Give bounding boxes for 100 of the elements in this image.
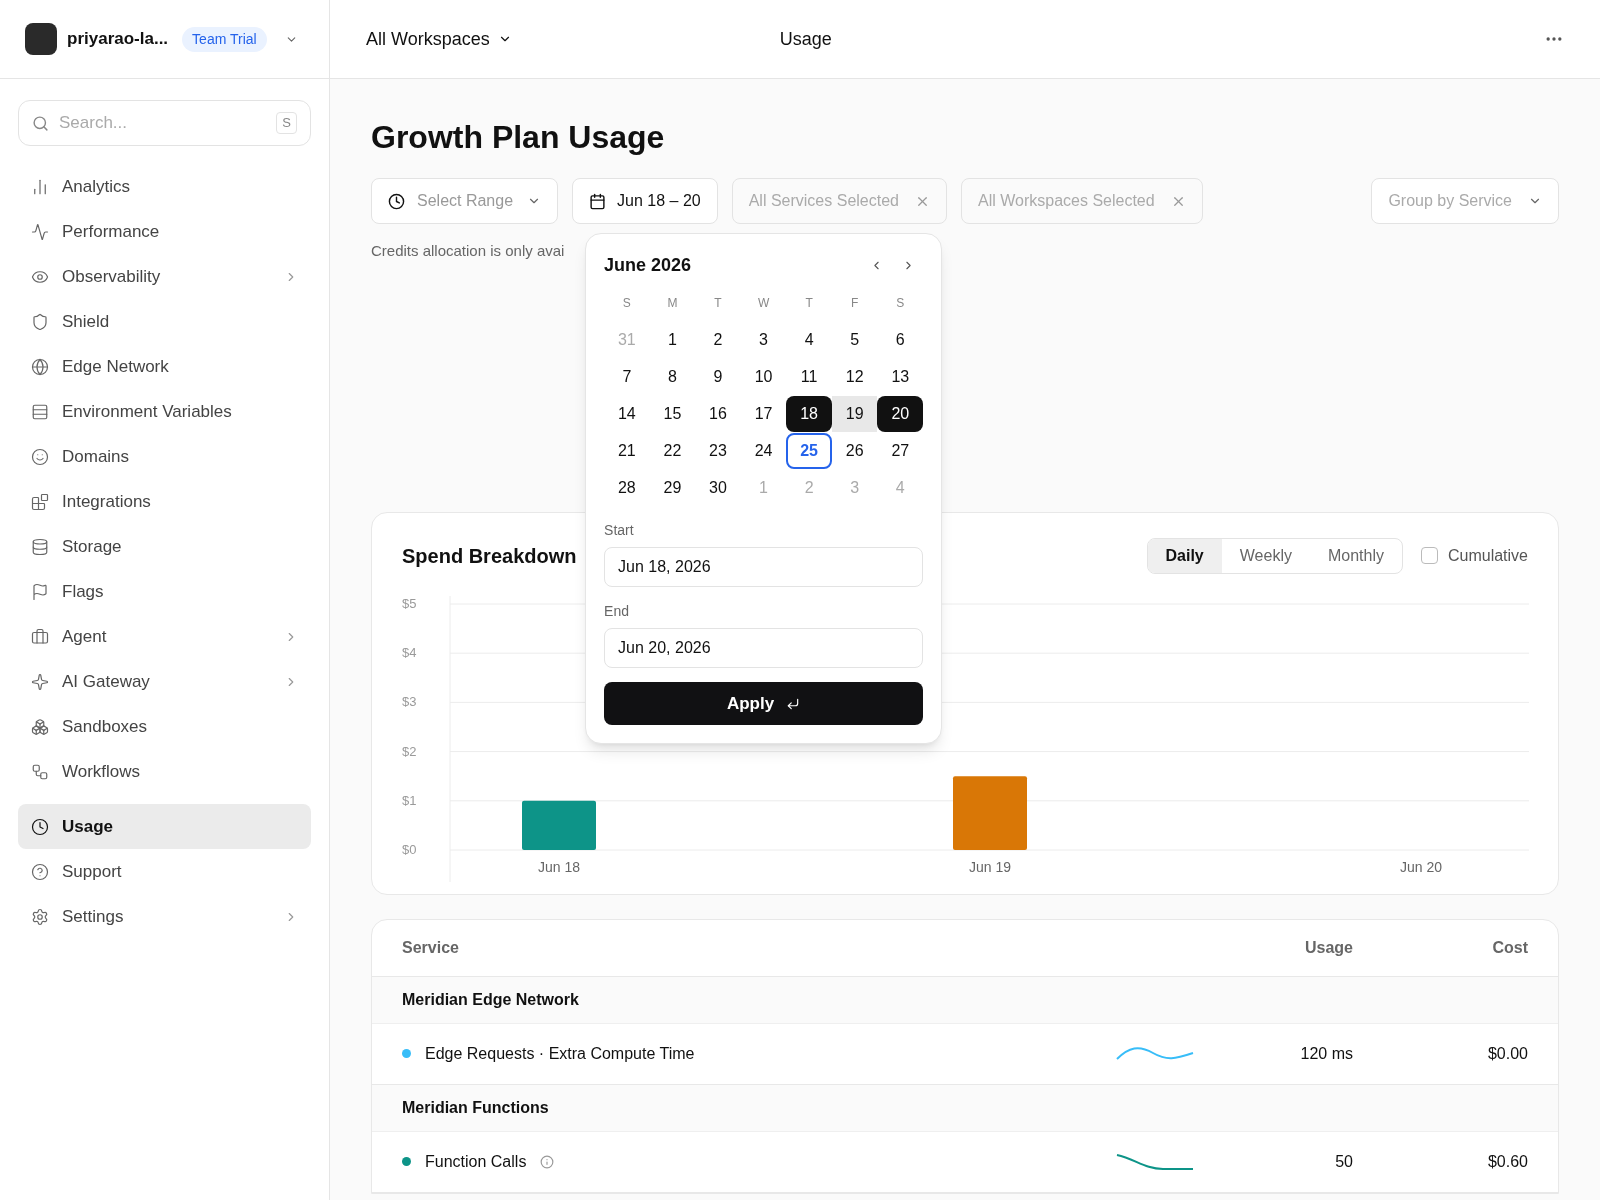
- calendar-day[interactable]: 23: [695, 433, 741, 469]
- axis-label: $4: [402, 644, 417, 660]
- calendar-day[interactable]: 16: [695, 396, 741, 432]
- shield-icon: [31, 312, 49, 331]
- sidebar-item[interactable]: Performance: [18, 209, 311, 254]
- card-title: Spend Breakdown: [402, 543, 577, 569]
- group-header: Meridian Functions: [402, 1097, 549, 1118]
- calendar-day[interactable]: 14: [604, 396, 650, 432]
- calendar-day[interactable]: 25: [786, 433, 832, 469]
- calendar-day[interactable]: 20: [877, 396, 924, 432]
- axis-label: Jun 18: [538, 858, 580, 875]
- calendar-day[interactable]: 7: [604, 359, 650, 395]
- sidebar-item[interactable]: Shield: [18, 299, 311, 344]
- axis-label: $5: [402, 595, 417, 611]
- sidebar-item[interactable]: Usage: [18, 804, 311, 849]
- avatar: [25, 23, 57, 55]
- calendar-day[interactable]: 22: [649, 433, 696, 469]
- calendar-day[interactable]: 11: [786, 359, 832, 395]
- month-title: June 2026: [604, 254, 693, 277]
- sidebar-item[interactable]: Settings: [18, 894, 311, 939]
- calendar-day[interactable]: 29: [649, 470, 696, 506]
- sidebar-item[interactable]: Sandboxes: [18, 704, 311, 749]
- calendar-day[interactable]: 26: [831, 433, 878, 469]
- sidebar-item[interactable]: Analytics: [18, 164, 311, 209]
- column-header: Service: [402, 937, 460, 958]
- calendar-day[interactable]: 13: [877, 359, 924, 395]
- sidebar-item[interactable]: Agent: [18, 614, 311, 659]
- calendar-day[interactable]: 30: [695, 470, 741, 506]
- apply-button[interactable]: Apply: [604, 682, 924, 725]
- calendar-day[interactable]: 3: [740, 322, 787, 358]
- axis-label: Jun 19: [969, 858, 1011, 875]
- calendar-day[interactable]: 8: [649, 359, 696, 395]
- calendar-day[interactable]: 5: [831, 322, 878, 358]
- field-label: End: [604, 602, 630, 621]
- search-input[interactable]: Search...: [59, 110, 277, 136]
- bar-chart-icon: [31, 177, 49, 196]
- smile-icon: [31, 447, 49, 466]
- date-input[interactable]: Jun 18, 2026: [604, 547, 924, 587]
- calendar-day[interactable]: 28: [604, 470, 650, 506]
- cost-value: $0.00: [1486, 1043, 1528, 1064]
- help-icon: [31, 862, 49, 881]
- cost-value: $0.60: [1486, 1151, 1528, 1172]
- sidebar-item[interactable]: Flags: [18, 569, 311, 614]
- weekday-label: T: [804, 295, 814, 312]
- group-header: Meridian Edge Network: [402, 989, 579, 1010]
- boxes-icon: [31, 717, 49, 736]
- calendar-day[interactable]: 1: [649, 322, 696, 358]
- page-header-title: Usage: [779, 27, 833, 51]
- calendar-day[interactable]: 19: [831, 396, 878, 432]
- blocks-icon: [31, 492, 49, 511]
- service-name: Edge Requests · Extra Compute Time: [425, 1043, 695, 1064]
- axis-label: $2: [402, 743, 417, 759]
- weekday-label: M: [666, 295, 679, 312]
- date-range-button[interactable]: Jun 18 – 20: [572, 178, 718, 224]
- calendar-day[interactable]: 6: [877, 322, 924, 358]
- sidebar-item[interactable]: AI Gateway: [18, 659, 311, 704]
- database-icon: [31, 537, 49, 556]
- workspace-dropdown[interactable]: All Workspaces: [366, 25, 512, 53]
- cumulative-checkbox[interactable]: Cumulative: [1420, 543, 1528, 568]
- sidebar-item[interactable]: Integrations: [18, 479, 311, 524]
- calendar-day[interactable]: 2: [695, 322, 741, 358]
- period-tab[interactable]: Monthly: [1309, 538, 1402, 573]
- calendar-day[interactable]: 4: [786, 322, 832, 358]
- shortcut-key: S: [276, 112, 297, 134]
- calendar-day[interactable]: 10: [740, 359, 787, 395]
- sidebar-item[interactable]: Storage: [18, 524, 311, 569]
- sidebar-item[interactable]: Support: [18, 849, 311, 894]
- calendar-day[interactable]: 18: [786, 396, 832, 432]
- pulse-icon: [31, 222, 49, 241]
- calendar-day[interactable]: 27: [877, 433, 924, 469]
- sidebar-item[interactable]: Domains: [18, 434, 311, 479]
- sidebar-item[interactable]: Workflows: [18, 749, 311, 794]
- search-field[interactable]: Search... S: [18, 100, 311, 146]
- column-header: Cost: [1491, 937, 1528, 958]
- info-icon[interactable]: [540, 1154, 555, 1169]
- briefcase-icon: [31, 627, 49, 646]
- enter-key-icon: [786, 696, 801, 711]
- calendar-day[interactable]: 15: [649, 396, 696, 432]
- date-input[interactable]: Jun 20, 2026: [604, 628, 924, 668]
- plan-badge: Team Trial: [182, 26, 267, 52]
- calendar-day[interactable]: 21: [604, 433, 650, 469]
- calendar-day[interactable]: 24: [740, 433, 787, 469]
- clock-icon: [388, 192, 405, 210]
- calendar-day[interactable]: 12: [831, 359, 878, 395]
- axis-label: $0: [402, 841, 417, 857]
- weekday-label: W: [756, 295, 771, 312]
- calendar-icon: [589, 192, 607, 210]
- sparkle-icon: [31, 672, 49, 691]
- credits-note: Credits allocation is only avai: [371, 241, 565, 261]
- calendar-day[interactable]: 9: [695, 359, 741, 395]
- service-name: Function Calls: [425, 1151, 527, 1172]
- usage-value: 120 ms: [1299, 1043, 1353, 1064]
- sidebar-item[interactable]: Environment Variables: [18, 389, 311, 434]
- period-tab[interactable]: Weekly: [1221, 538, 1310, 573]
- globe-icon: [31, 357, 49, 376]
- clock-icon: [31, 817, 49, 836]
- calendar-day[interactable]: 17: [740, 396, 787, 432]
- sidebar-item[interactable]: Observability: [18, 254, 311, 299]
- period-tab[interactable]: Daily: [1147, 538, 1222, 573]
- sidebar-item[interactable]: Edge Network: [18, 344, 311, 389]
